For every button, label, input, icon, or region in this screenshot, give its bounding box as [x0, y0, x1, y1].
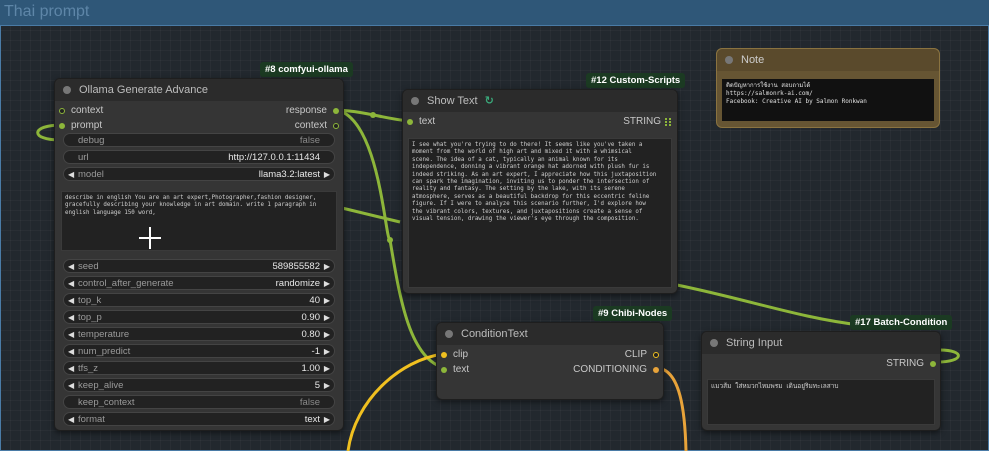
arrow-right-icon[interactable]: ▶ [324, 328, 330, 342]
top-p-stepper[interactable]: ◀ top_p 0.90 ▶ [63, 310, 335, 324]
slot-dot-icon[interactable] [59, 123, 65, 129]
string-input-title: String Input [726, 337, 783, 349]
arrow-left-icon[interactable]: ◀ [68, 362, 74, 376]
crosshair-cursor-icon [139, 227, 161, 249]
debug-toggle[interactable]: debug false [63, 133, 335, 147]
output-slot-clip[interactable]: CLIP [625, 348, 659, 362]
collapse-dot-icon[interactable] [63, 86, 71, 94]
arrow-left-icon[interactable]: ◀ [68, 294, 74, 308]
note-title-bar[interactable]: Note [717, 49, 939, 71]
slot-dot-icon[interactable] [441, 352, 447, 358]
collapse-dot-icon[interactable] [710, 339, 718, 347]
model-select[interactable]: ◀ model llama3.2:latest ▶ [63, 167, 335, 181]
format-select[interactable]: ◀ format text ▶ [63, 412, 335, 426]
arrow-left-icon[interactable]: ◀ [68, 168, 74, 182]
arrow-right-icon[interactable]: ▶ [324, 260, 330, 274]
ollama-node-badge: #8 comfyui-ollama [260, 62, 353, 77]
output-slot-string[interactable]: STRING [623, 115, 671, 129]
arrow-right-icon[interactable]: ▶ [324, 277, 330, 291]
collapse-dot-icon[interactable] [411, 97, 419, 105]
show-text-node[interactable]: Show Text ↻ text STRING I see what you'r… [402, 89, 678, 294]
arrow-right-icon[interactable]: ▶ [324, 311, 330, 325]
arrow-right-icon[interactable]: ▶ [324, 362, 330, 376]
collapse-dot-icon[interactable] [725, 56, 733, 64]
string-input-textarea[interactable]: แมวส้ม ใส่หมวกไหมพรม เดินอยู่ริมทะเลสาบ [707, 379, 935, 425]
control-after-generate-select[interactable]: ◀ control_after_generate randomize ▶ [63, 276, 335, 290]
slot-dot-icon[interactable] [407, 119, 413, 125]
show-text-node-badge: #12 Custom-Scripts [586, 73, 686, 88]
show-text-title-bar[interactable]: Show Text ↻ [403, 90, 677, 112]
custom-scripts-snake-icon: ↻ [484, 95, 494, 107]
seed-stepper[interactable]: ◀ seed 589855582 ▶ [63, 259, 335, 273]
arrow-right-icon[interactable]: ▶ [324, 413, 330, 427]
arrow-left-icon[interactable]: ◀ [68, 311, 74, 325]
condition-title: ConditionText [461, 328, 528, 340]
num-predict-stepper[interactable]: ◀ num_predict -1 ▶ [63, 344, 335, 358]
slot-dot-icon[interactable] [653, 367, 659, 373]
tfs-z-stepper[interactable]: ◀ tfs_z 1.00 ▶ [63, 361, 335, 375]
input-slot-text[interactable]: text [407, 115, 435, 129]
arrow-left-icon[interactable]: ◀ [68, 345, 74, 359]
ollama-node-title: Ollama Generate Advance [79, 84, 209, 96]
arrow-right-icon[interactable]: ▶ [324, 379, 330, 393]
arrow-left-icon[interactable]: ◀ [68, 277, 74, 291]
prompt-textarea[interactable]: describe in english You are an art exper… [61, 191, 337, 251]
keep-alive-stepper[interactable]: ◀ keep_alive 5 ▶ [63, 378, 335, 392]
output-slot-response[interactable]: response [286, 104, 339, 118]
slot-dot-icon[interactable] [333, 108, 339, 114]
arrow-right-icon[interactable]: ▶ [324, 294, 330, 308]
string-input-node[interactable]: String Input STRING แมวส้ม ใส่หมวกไหมพรม… [701, 331, 941, 431]
temperature-stepper[interactable]: ◀ temperature 0.80 ▶ [63, 327, 335, 341]
note-title: Note [741, 54, 765, 66]
ollama-generate-node[interactable]: Ollama Generate Advance context prompt r… [54, 78, 344, 431]
output-slot-context[interactable]: context [295, 119, 339, 133]
show-text-output-area[interactable]: I see what you're trying to do there! It… [408, 138, 672, 288]
group-header[interactable]: Thai prompt [0, 0, 989, 26]
arrow-right-icon[interactable]: ▶ [324, 168, 330, 182]
ollama-node-title-bar[interactable]: Ollama Generate Advance [55, 79, 343, 101]
input-slot-context[interactable]: context [59, 104, 103, 118]
arrow-left-icon[interactable]: ◀ [68, 379, 74, 393]
note-node[interactable]: Note ติดปัญหาการใช้งาน สอบถามได้ https:/… [716, 48, 940, 128]
grid-slot-icon[interactable] [665, 118, 671, 126]
slot-dot-icon[interactable] [653, 352, 659, 358]
arrow-left-icon[interactable]: ◀ [68, 328, 74, 342]
slot-dot-icon[interactable] [59, 108, 65, 114]
arrow-left-icon[interactable]: ◀ [68, 260, 74, 274]
arrow-right-icon[interactable]: ▶ [324, 345, 330, 359]
output-slot-string[interactable]: STRING [886, 357, 936, 371]
condition-title-bar[interactable]: ConditionText [437, 323, 663, 345]
slot-dot-icon[interactable] [441, 367, 447, 373]
input-slot-prompt[interactable]: prompt [59, 119, 102, 133]
input-slot-clip[interactable]: clip [441, 348, 468, 362]
note-textarea[interactable]: ติดปัญหาการใช้งาน สอบถามได้ https://salm… [722, 79, 934, 121]
slot-dot-icon[interactable] [930, 361, 936, 367]
group-title: Thai prompt [4, 3, 90, 20]
keep-context-toggle[interactable]: keep_context false [63, 395, 335, 409]
url-field[interactable]: url http://127.0.0.1:11434 [63, 150, 335, 164]
output-slot-conditioning[interactable]: CONDITIONING [573, 363, 659, 377]
arrow-left-icon[interactable]: ◀ [68, 413, 74, 427]
show-text-title: Show Text [427, 95, 478, 107]
string-input-title-bar[interactable]: String Input [702, 332, 940, 354]
string-input-node-badge: #17 Batch-Condition [850, 315, 953, 330]
input-slot-text[interactable]: text [441, 363, 469, 377]
condition-node-badge: #9 Chibi-Nodes [593, 306, 673, 321]
condition-text-node[interactable]: ConditionText clip text CLIP CONDITIONIN… [436, 322, 664, 400]
slot-dot-icon[interactable] [333, 123, 339, 129]
top-k-stepper[interactable]: ◀ top_k 40 ▶ [63, 293, 335, 307]
collapse-dot-icon[interactable] [445, 330, 453, 338]
